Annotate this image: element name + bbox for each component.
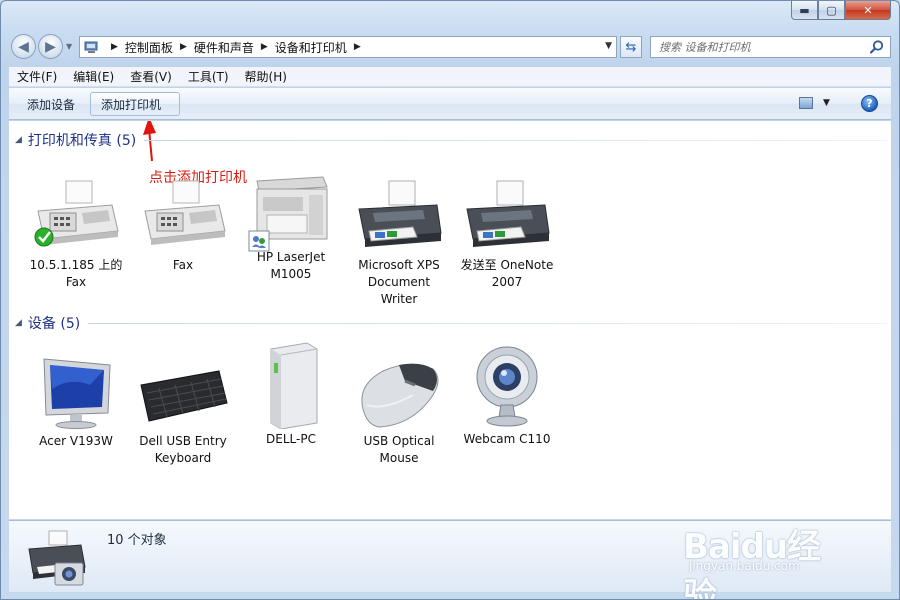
fax-icon <box>137 179 229 253</box>
watermark-url: jingyan.baidu.com <box>689 559 800 573</box>
view-options-dropdown[interactable]: ▼ <box>823 98 830 108</box>
breadcrumb-separator[interactable]: ▶ <box>261 42 268 52</box>
multifunction-printer-icon <box>245 171 337 253</box>
menu-edit[interactable]: 编辑(E) <box>65 68 122 85</box>
maximize-button[interactable]: ▢ <box>818 1 845 20</box>
group-title: 打印机和传真 (5) <box>27 133 137 149</box>
device-label: 发送至 OneNote 2007 <box>460 258 554 289</box>
device-label: Dell USB Entry Keyboard <box>139 434 227 465</box>
mouse-icon <box>353 355 445 429</box>
device-item[interactable]: Dell USB Entry Keyboard <box>131 355 235 467</box>
menu-file[interactable]: 文件(F) <box>9 68 65 85</box>
back-button[interactable]: ◀ <box>11 34 36 59</box>
command-bar: 添加设备 添加打印机 ▼ ? <box>9 88 891 120</box>
baidu-watermark: Baidu经验 jingyan.baidu.com <box>683 499 853 599</box>
computer-tower-icon <box>245 341 337 430</box>
collapse-icon[interactable]: ◢ <box>15 135 22 145</box>
device-label: Fax <box>172 258 194 272</box>
add-device-button[interactable]: 添加设备 <box>17 92 85 116</box>
breadcrumb-hardware-sound[interactable]: 硬件和声音 <box>194 39 254 56</box>
monitor-icon <box>30 355 122 429</box>
refresh-button[interactable]: ⇆ <box>620 36 642 58</box>
printer-icon <box>461 179 553 253</box>
device-label: Acer V193W <box>39 434 113 448</box>
printer-icon <box>353 179 445 253</box>
group-header-devices[interactable]: ◢ 设备 (5) <box>9 312 891 334</box>
menu-view[interactable]: 查看(V) <box>122 68 180 85</box>
breadcrumb-separator[interactable]: ▶ <box>111 42 118 52</box>
menu-help[interactable]: 帮助(H) <box>237 68 295 85</box>
arrow-right-icon: ▶ <box>45 38 56 55</box>
breadcrumb-control-panel[interactable]: 控制面板 <box>125 39 173 56</box>
device-item[interactable]: 10.5.1.185 上的 Fax <box>24 179 128 291</box>
device-item[interactable]: USB Optical Mouse <box>347 355 451 467</box>
collapse-icon[interactable]: ◢ <box>15 318 22 328</box>
device-item[interactable]: 发送至 OneNote 2007 <box>455 179 559 291</box>
breadcrumb-separator[interactable]: ▶ <box>180 42 187 52</box>
device-item[interactable]: Fax <box>131 179 235 274</box>
refresh-icon: ⇆ <box>625 39 637 55</box>
breadcrumb-separator[interactable]: ▶ <box>354 42 361 52</box>
fax-icon <box>30 179 122 253</box>
search-input[interactable] <box>651 37 861 57</box>
group-header-printers[interactable]: ◢ 打印机和传真 (5) <box>9 129 891 151</box>
device-label: HP LaserJet M1005 <box>256 250 326 281</box>
arrow-left-icon: ◀ <box>18 38 29 55</box>
forward-button[interactable]: ▶ <box>38 34 63 59</box>
device-item[interactable]: HP LaserJet M1005 <box>239 171 343 283</box>
navigation-bar: ◀ ▶ ▼ ▶ 控制面板 ▶ 硬件和声音 ▶ 设备和打印机 ▶ ▼ ⇆ <box>1 31 899 63</box>
object-count: 10 个对象 <box>107 533 167 548</box>
devices-content: 点击添加打印机 ◢ 打印机和传真 (5) 10.5.1.185 上的 Fax F… <box>9 121 891 519</box>
search-box[interactable] <box>650 36 891 58</box>
change-view-button[interactable] <box>799 97 813 109</box>
device-item[interactable]: Microsoft XPS Document Writer <box>347 179 451 308</box>
minimize-button[interactable]: ▬ <box>791 1 818 20</box>
menu-bar: 文件(F) 编辑(E) 查看(V) 工具(T) 帮助(H) <box>9 67 891 87</box>
device-item[interactable]: DELL-PC <box>239 341 343 448</box>
search-icon[interactable] <box>869 39 885 55</box>
address-bar[interactable]: ▶ 控制面板 ▶ 硬件和声音 ▶ 设备和打印机 ▶ ▼ <box>79 36 617 58</box>
device-item[interactable]: Acer V193W <box>24 355 128 450</box>
control-panel-icon <box>84 40 100 54</box>
close-button[interactable]: ✕ <box>845 1 891 20</box>
help-button[interactable]: ? <box>861 95 878 112</box>
device-label: Webcam C110 <box>463 432 551 446</box>
group-divider <box>88 322 887 324</box>
group-divider <box>144 139 887 141</box>
address-dropdown-icon[interactable]: ▼ <box>605 41 612 51</box>
device-label: Microsoft XPS Document Writer <box>358 258 440 306</box>
device-label: DELL-PC <box>266 432 316 446</box>
caption-buttons: ▬ ▢ ✕ <box>791 1 891 21</box>
keyboard-icon <box>137 355 229 429</box>
group-title: 设备 (5) <box>27 316 81 332</box>
add-printer-button[interactable]: 添加打印机 <box>90 92 180 116</box>
breadcrumb-devices-printers[interactable]: 设备和打印机 <box>275 39 347 56</box>
webcam-icon <box>461 341 553 429</box>
window: ▬ ▢ ✕ ◀ ▶ ▼ ▶ 控制面板 ▶ 硬件和声音 ▶ 设备和打印机 ▶ ▼ … <box>0 0 900 600</box>
recent-pages-dropdown[interactable]: ▼ <box>66 42 72 51</box>
devices-printers-icon <box>28 530 86 586</box>
device-label: 10.5.1.185 上的 Fax <box>29 258 123 289</box>
device-label: USB Optical Mouse <box>363 434 435 465</box>
menu-tools[interactable]: 工具(T) <box>180 68 237 85</box>
device-item[interactable]: Webcam C110 <box>455 341 559 448</box>
